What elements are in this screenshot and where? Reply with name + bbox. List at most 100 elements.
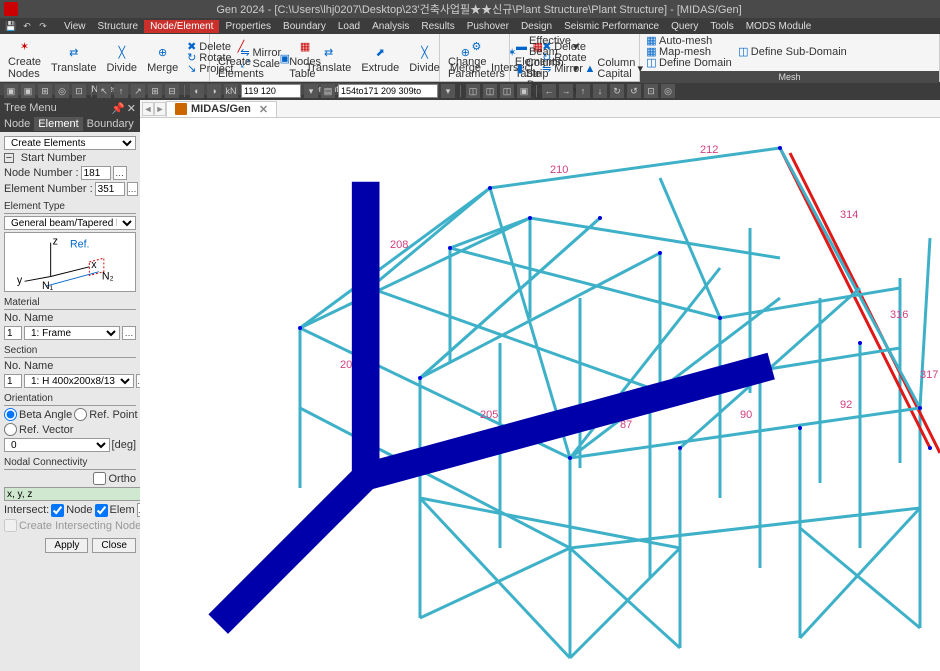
tb-icon[interactable]: ◫	[500, 84, 514, 98]
menu-node-element[interactable]: Node/Element	[144, 20, 219, 33]
tb-icon[interactable]: ↖	[97, 84, 111, 98]
create-intersecting-check	[4, 519, 17, 532]
sec-name-select[interactable]: 1: H 400x200x8/13	[24, 374, 134, 388]
apply-button[interactable]: Apply	[45, 538, 88, 553]
define-subdomain-button[interactable]: ◫Define Sub-Domain	[736, 47, 849, 58]
menu-pushover[interactable]: Pushover	[461, 20, 515, 33]
doc-tab[interactable]: MIDAS/Gen ✕	[166, 101, 277, 117]
close-icon[interactable]: ✕	[127, 102, 136, 115]
intersect-node-check[interactable]	[51, 504, 64, 517]
tab-prev-icon[interactable]: ◄	[142, 102, 154, 116]
translate-elements-button[interactable]: ⇄Translate	[302, 42, 355, 75]
mat-name-select[interactable]: 1: Frame	[24, 326, 120, 340]
tb-icon[interactable]: ⊞	[38, 84, 52, 98]
tb-icon[interactable]: ↺	[627, 84, 641, 98]
tab-boundary[interactable]: Boundary	[83, 117, 138, 131]
node-number-more[interactable]: …	[113, 166, 127, 180]
tb-icon[interactable]: ↗	[131, 84, 145, 98]
menu-boundary[interactable]: Boundary	[277, 20, 332, 33]
tb-icon[interactable]: ▤	[321, 84, 335, 98]
elements-big-icon[interactable]: ▣	[270, 46, 300, 71]
coord2-input[interactable]	[338, 84, 438, 98]
divide-nodes-button[interactable]: ╳Divide	[102, 42, 141, 75]
tb-icon[interactable]: ⊟	[165, 84, 179, 98]
merge-nodes-button[interactable]: ⊕Merge	[143, 42, 182, 75]
tb-icon[interactable]: ↓	[593, 84, 607, 98]
tb-icon[interactable]: →	[559, 84, 573, 98]
menu-tools[interactable]: Tools	[704, 20, 739, 33]
tb-icon[interactable]: ◎	[661, 84, 675, 98]
close-button[interactable]: Close	[92, 538, 136, 553]
tab-close-icon[interactable]: ✕	[259, 103, 268, 116]
tb-icon[interactable]: ◫	[466, 84, 480, 98]
tb-icon[interactable]: ⊡	[644, 84, 658, 98]
menu-view[interactable]: View	[58, 20, 92, 33]
coord1-input[interactable]	[241, 84, 301, 98]
element-number-input[interactable]	[95, 182, 125, 196]
menu-load[interactable]: Load	[332, 20, 366, 33]
tb-icon[interactable]: ←	[542, 84, 556, 98]
tb-icon[interactable]: kN	[224, 84, 238, 98]
beta-val-select[interactable]: 0	[4, 438, 110, 452]
column-strip-button[interactable]: ▮Column Strip ▾	[514, 58, 581, 80]
tb-icon[interactable]: ▾	[304, 84, 318, 98]
qat-undo-icon[interactable]: ↶	[20, 19, 34, 33]
tb-icon[interactable]: ◫	[483, 84, 497, 98]
tb-icon[interactable]: ◑	[207, 84, 221, 98]
menu-results[interactable]: Results	[415, 20, 460, 33]
intersect-elem-check[interactable]	[95, 504, 108, 517]
tb-icon[interactable]: ↑	[576, 84, 590, 98]
svg-text:Ref.: Ref.	[70, 239, 89, 251]
svg-text:N₁: N₁	[42, 280, 54, 291]
mat-no-input[interactable]	[4, 326, 22, 340]
tb-icon[interactable]: ⊞	[148, 84, 162, 98]
xyz-input[interactable]	[4, 487, 140, 501]
panel-title-select[interactable]: Create Elements	[4, 136, 136, 150]
menu-query[interactable]: Query	[665, 20, 704, 33]
menu-structure[interactable]: Structure	[92, 20, 145, 33]
tab-next-icon[interactable]: ►	[154, 102, 166, 116]
mat-more[interactable]: …	[122, 326, 136, 340]
divide-elements-button[interactable]: ╳Divide	[405, 42, 444, 75]
element-type-select[interactable]: General beam/Tapered beam	[4, 216, 136, 230]
ortho-check[interactable]	[93, 472, 106, 485]
change-parameters-button[interactable]: ⚙Change Parameters	[444, 36, 509, 81]
tab-node[interactable]: Node	[0, 117, 34, 131]
tb-icon[interactable]: ↑	[114, 84, 128, 98]
ref-vector-radio[interactable]	[4, 423, 17, 436]
menu-properties[interactable]: Properties	[219, 20, 277, 33]
create-elements-button[interactable]: ╱Create Elements	[214, 36, 268, 81]
menu-seismic[interactable]: Seismic Performance	[558, 20, 665, 33]
tb-icon[interactable]: ⊡	[72, 84, 86, 98]
pin-icon[interactable]: 📌	[111, 102, 125, 115]
node-number-input[interactable]	[81, 166, 111, 180]
translate-nodes-button[interactable]: ⇄Translate	[47, 42, 100, 75]
tb-icon[interactable]: ◐	[190, 84, 204, 98]
viewport[interactable]: 208210212 314316317 20320587 9092	[140, 118, 940, 671]
section-head: Section	[4, 345, 136, 358]
tb-icon[interactable]: ▣	[21, 84, 35, 98]
menu-analysis[interactable]: Analysis	[366, 20, 415, 33]
element-number-more[interactable]: …	[127, 182, 138, 196]
tb-icon[interactable]: ▣	[4, 84, 18, 98]
tb-icon[interactable]: ↻	[610, 84, 624, 98]
ref-point-radio[interactable]	[74, 408, 87, 421]
svg-text:y: y	[17, 274, 23, 286]
define-domain-button[interactable]: ◫Define Domain	[644, 58, 734, 69]
menu-design[interactable]: Design	[515, 20, 558, 33]
tab-element[interactable]: Element	[34, 117, 82, 131]
column-capital-button[interactable]: ▲Column Capital ▾	[583, 58, 645, 80]
qat-redo-icon[interactable]: ↷	[36, 19, 50, 33]
tb-icon[interactable]: ▾	[441, 84, 455, 98]
qat-save-icon[interactable]: 💾	[4, 19, 18, 33]
nodal-conn-head: Nodal Connectivity	[4, 457, 136, 470]
tb-icon[interactable]: ◎	[55, 84, 69, 98]
menu-mods[interactable]: MODS Module	[740, 20, 818, 33]
element-type-head: Element Type	[4, 201, 136, 214]
effective-beam-button[interactable]: ▬Effective Beam ▾	[514, 36, 581, 58]
beta-angle-radio[interactable]	[4, 408, 17, 421]
tb-icon[interactable]: ▣	[517, 84, 531, 98]
create-nodes-button[interactable]: ✶Create Nodes	[4, 36, 45, 81]
sec-no-input[interactable]	[4, 374, 22, 388]
extrude-button[interactable]: ⬈Extrude	[357, 42, 403, 75]
